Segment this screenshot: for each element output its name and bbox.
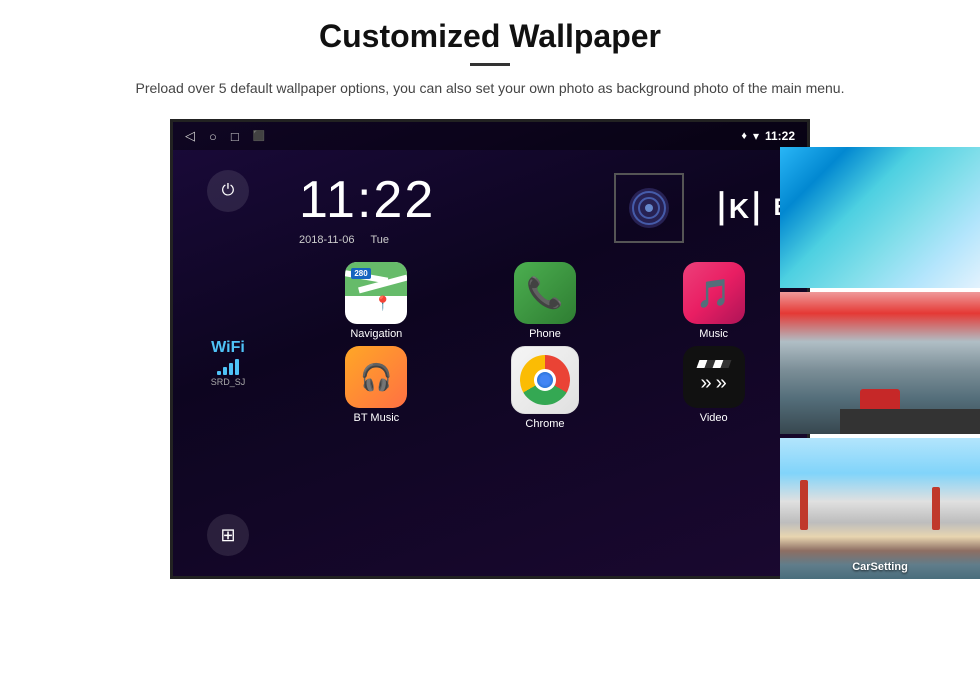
screen-content: ⏻ WiFi SRD_SJ ⊞ [173, 150, 807, 576]
day-value: Tue [370, 234, 389, 246]
recents-icon: □ [231, 129, 239, 144]
date-value: 2018-11-06 [299, 234, 354, 246]
back-icon: ◁ [185, 128, 195, 144]
clock-date: 2018-11-06 Tue [299, 234, 435, 246]
clock-widget: 11:22 2018-11-06 Tue [289, 160, 801, 262]
music-label: Music [699, 328, 728, 340]
grid-icon: ⊞ [220, 525, 235, 546]
music-icon: 🎵 [683, 262, 745, 324]
app-item-btmusic[interactable]: 🎧 BT Music [295, 346, 458, 430]
power-icon: ⏻ [222, 182, 235, 200]
chrome-inner-circle [534, 369, 556, 391]
wifi-ssid: SRD_SJ [211, 377, 246, 387]
signal-icon: ▾ [753, 129, 759, 143]
app-item-phone[interactable]: 📞 Phone [464, 262, 627, 340]
wifi-label: WiFi [211, 339, 246, 357]
chevron-2: » [716, 372, 727, 395]
k-icon[interactable]: ⎮K⎮ [714, 192, 763, 225]
clapper-chevrons: » » [701, 372, 727, 395]
app-grid: 280 📍 Navigation 📞 Phone [289, 262, 801, 430]
phone-symbol: 📞 [526, 276, 563, 311]
status-bar-left: ◁ ○ □ ⬛ [185, 128, 265, 144]
broadcast-inner [629, 188, 669, 228]
map-badge: 280 [351, 268, 370, 279]
device-wrapper: ◁ ○ □ ⬛ ♦ ▾ 11:22 ⏻ WiFi [0, 119, 980, 579]
clock-display: 11:22 2018-11-06 Tue [299, 170, 435, 246]
page-description: Preload over 5 default wallpaper options… [60, 78, 920, 99]
carsetting-label: CarSetting [780, 561, 980, 573]
chrome-label: Chrome [525, 418, 564, 430]
bridge-tower-right [932, 487, 940, 529]
clapper-board: » » [698, 360, 730, 395]
wallpaper-city[interactable] [780, 292, 980, 433]
android-screen: ◁ ○ □ ⬛ ♦ ▾ 11:22 ⏻ WiFi [170, 119, 810, 579]
navigation-icon: 280 📍 [345, 262, 407, 324]
page-header: Customized Wallpaper Preload over 5 defa… [0, 0, 980, 111]
status-bar: ◁ ○ □ ⬛ ♦ ▾ 11:22 [173, 122, 807, 150]
btmusic-icon: 🎧 [345, 346, 407, 408]
wifi-bar-2 [223, 367, 227, 375]
clock-time: 11:22 [299, 170, 435, 230]
status-time: 11:22 [765, 129, 795, 143]
wallpaper-bridge[interactable]: CarSetting [780, 438, 980, 579]
map-pin-icon: 📍 [374, 295, 391, 312]
screenshot-icon: ⬛ [253, 131, 265, 142]
page-title: Customized Wallpaper [60, 18, 920, 55]
wifi-bar-4 [235, 359, 239, 375]
bridge-tower-left [800, 480, 808, 529]
video-label: Video [700, 412, 728, 424]
chrome-icon [511, 346, 579, 414]
building-base [840, 409, 980, 434]
location-icon: ♦ [741, 130, 747, 142]
app-item-music[interactable]: 🎵 Music [632, 262, 795, 340]
music-symbol: 🎵 [696, 277, 731, 310]
power-button[interactable]: ⏻ [207, 170, 249, 212]
video-icon: » » [683, 346, 745, 408]
left-sidebar: ⏻ WiFi SRD_SJ ⊞ [173, 150, 283, 576]
clapper-top [698, 360, 730, 368]
app-item-chrome[interactable]: Chrome [464, 346, 627, 430]
wallpaper-previews: CarSetting [780, 147, 980, 579]
phone-icon: 📞 [514, 262, 576, 324]
chevron-1: » [701, 372, 712, 395]
broadcast-widget[interactable] [614, 173, 684, 243]
app-item-navigation[interactable]: 280 📍 Navigation [295, 262, 458, 340]
phone-label: Phone [529, 328, 561, 340]
wifi-widget: WiFi SRD_SJ [211, 339, 246, 387]
title-divider [470, 63, 510, 66]
wifi-bar-3 [229, 363, 233, 375]
btmusic-label: BT Music [354, 412, 400, 424]
bt-symbol: 🎧 [360, 362, 392, 393]
wifi-bars [211, 359, 246, 375]
app-item-video[interactable]: » » Video [632, 346, 795, 430]
home-icon: ○ [209, 129, 217, 144]
center-panel: 11:22 2018-11-06 Tue [283, 150, 807, 576]
navigation-label: Navigation [350, 328, 402, 340]
status-bar-right: ♦ ▾ 11:22 [741, 129, 795, 143]
wallpaper-ice[interactable] [780, 147, 980, 288]
apps-grid-button[interactable]: ⊞ [207, 514, 249, 556]
chrome-outer-ring [520, 355, 570, 405]
wifi-bar-1 [217, 371, 221, 375]
